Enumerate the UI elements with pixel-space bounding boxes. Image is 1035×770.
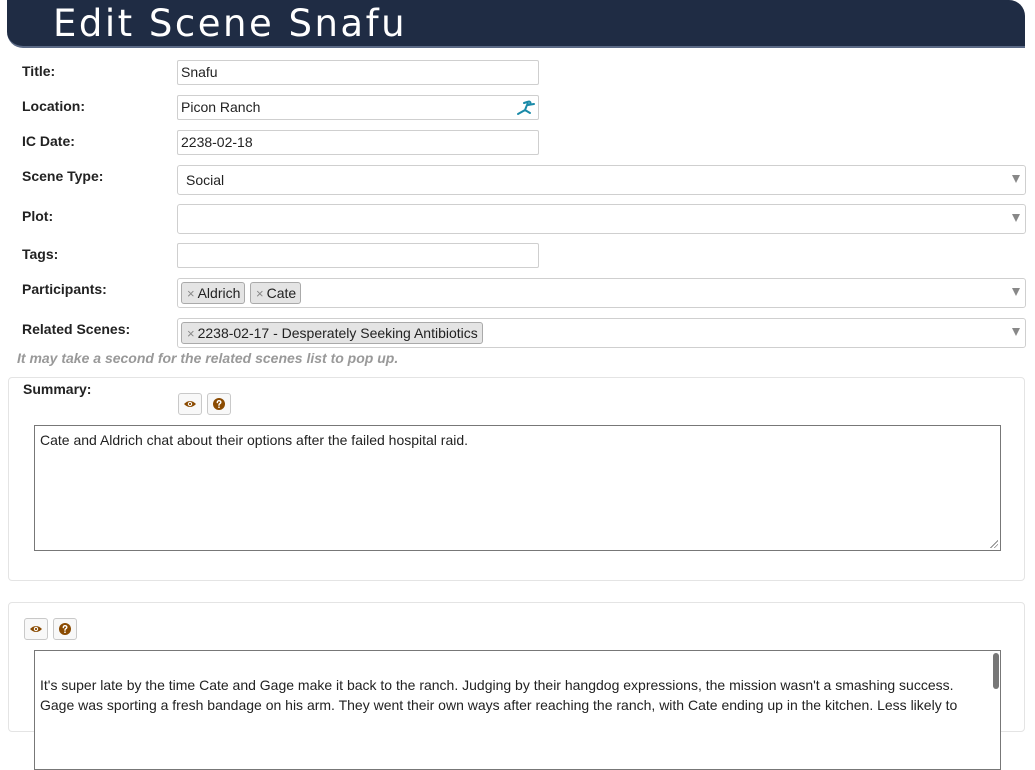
log-line: Gage was sporting a fresh bandage on his…	[40, 697, 958, 713]
tags-input[interactable]	[177, 243, 539, 268]
question-circle-icon	[59, 622, 71, 635]
eye-icon	[184, 400, 196, 407]
summary-text: Cate and Aldrich chat about their option…	[40, 432, 469, 448]
participant-name: Aldrich	[197, 285, 241, 301]
related-select[interactable]: × 2238-02-17 - Desperately Seeking Antibi…	[177, 318, 1026, 348]
remove-icon[interactable]: ×	[187, 286, 195, 301]
icdate-input[interactable]: 2238-02-18	[177, 130, 539, 155]
location-input[interactable]: Picon Ranch	[177, 95, 539, 120]
icdate-label: IC Date:	[22, 133, 75, 149]
related-label: Related Scenes:	[22, 321, 131, 337]
related-scene-name: 2238-02-17 - Desperately Seeking Antibio…	[197, 325, 478, 341]
question-circle-icon	[213, 397, 225, 410]
running-figure-icon[interactable]	[514, 100, 536, 116]
page-title: Edit Scene Snafu	[53, 2, 408, 45]
related-scene-tag[interactable]: × 2238-02-17 - Desperately Seeking Antibi…	[181, 322, 483, 344]
tags-label: Tags:	[22, 246, 59, 262]
location-value: Picon Ranch	[181, 99, 261, 115]
log-help-button[interactable]	[53, 618, 77, 640]
plot-select[interactable]	[177, 204, 1026, 234]
participant-name: Cate	[266, 285, 297, 301]
scenetype-value: Social	[186, 172, 225, 188]
title-label: Title:	[22, 63, 56, 79]
resize-grip-icon[interactable]	[990, 540, 998, 548]
page-header: Edit Scene Snafu	[7, 0, 1025, 48]
chevron-down-icon	[1012, 175, 1020, 183]
participant-tag[interactable]: × Cate	[250, 282, 302, 304]
scrollbar-thumb[interactable]	[993, 653, 999, 689]
participants-select[interactable]: × Aldrich × Cate	[177, 278, 1026, 308]
participant-tag[interactable]: × Aldrich	[181, 282, 246, 304]
scenetype-select[interactable]: Social	[177, 165, 1026, 195]
scenetype-label: Scene Type:	[22, 168, 104, 184]
chevron-down-icon	[1012, 214, 1020, 222]
remove-icon[interactable]: ×	[256, 286, 264, 301]
summary-textarea[interactable]: Cate and Aldrich chat about their option…	[34, 425, 1001, 551]
location-label: Location:	[22, 98, 85, 114]
related-hint: It may take a second for the related sce…	[17, 350, 399, 366]
summary-label: Summary:	[23, 381, 92, 397]
eye-icon	[30, 625, 42, 632]
help-button[interactable]	[207, 393, 231, 415]
log-panel: It's super late by the time Cate and Gag…	[8, 602, 1025, 770]
preview-button[interactable]	[178, 393, 202, 415]
log-preview-button[interactable]	[24, 618, 48, 640]
log-line: It's super late by the time Cate and Gag…	[40, 677, 954, 693]
chevron-down-icon	[1012, 288, 1020, 296]
summary-panel: Summary: Cate and Aldrich chat about the…	[8, 377, 1025, 581]
title-input[interactable]: Snafu	[177, 60, 539, 85]
chevron-down-icon	[1012, 328, 1020, 336]
remove-icon[interactable]: ×	[187, 326, 195, 341]
plot-label: Plot:	[22, 208, 54, 224]
participants-label: Participants:	[22, 281, 107, 297]
log-textarea[interactable]: It's super late by the time Cate and Gag…	[34, 650, 1001, 770]
